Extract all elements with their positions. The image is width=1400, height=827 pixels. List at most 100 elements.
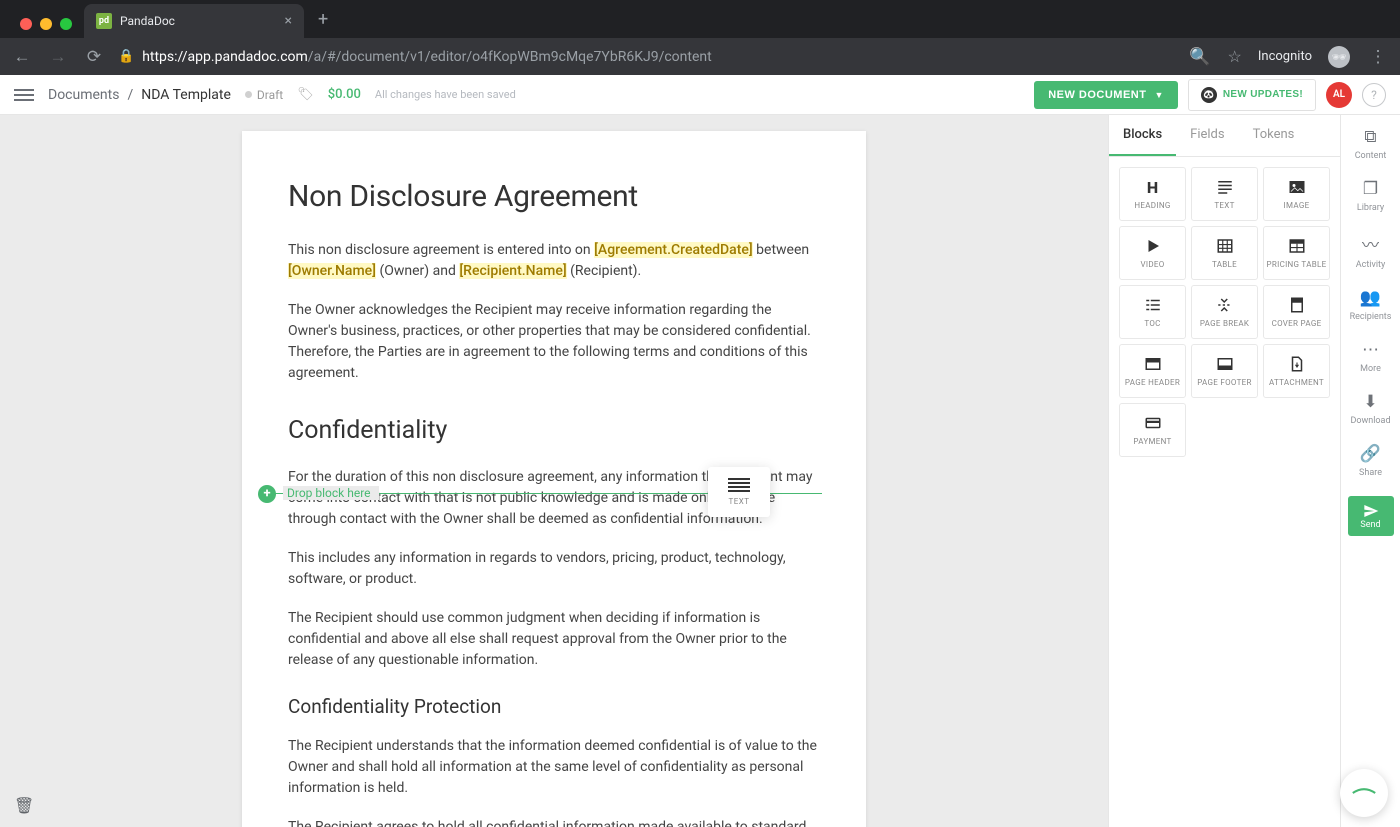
document-title[interactable]: Non Disclosure Agreement: [288, 179, 820, 214]
tab-fields[interactable]: Fields: [1176, 115, 1238, 156]
block-label: COVER PAGE: [1272, 319, 1322, 328]
workspace: Non Disclosure Agreement This non disclo…: [0, 115, 1400, 827]
rail-download[interactable]: ⬇Download: [1350, 392, 1390, 426]
block-pricing[interactable]: PRICING TABLE: [1263, 226, 1330, 280]
intro-paragraph-2[interactable]: The Owner acknowledges the Recipient may…: [288, 300, 820, 384]
window-maximize-icon[interactable]: [60, 18, 72, 30]
rail-content[interactable]: ⧉Content: [1355, 127, 1387, 161]
block-pagefooter[interactable]: PAGE FOOTER: [1191, 344, 1258, 398]
block-table[interactable]: TABLE: [1191, 226, 1258, 280]
search-in-page-icon[interactable]: 🔍: [1188, 47, 1212, 67]
app-frame: Documents / NDA Template Draft 🏷 $0.00 A…: [0, 75, 1400, 827]
share-icon: 🔗: [1360, 444, 1381, 464]
document-page[interactable]: Non Disclosure Agreement This non disclo…: [242, 131, 866, 827]
support-fab[interactable]: [1340, 769, 1388, 817]
url-host: https://app.pandadoc.com: [142, 49, 308, 65]
pageheader-icon: [1144, 355, 1162, 373]
tab-close-icon[interactable]: ×: [285, 13, 292, 29]
user-avatar[interactable]: AL: [1326, 82, 1352, 108]
prot-paragraph-1[interactable]: The Recipient understands that the infor…: [288, 736, 820, 799]
document-name[interactable]: NDA Template: [141, 87, 231, 103]
window-close-icon[interactable]: [20, 18, 32, 30]
rail-more[interactable]: ⋯More: [1360, 340, 1381, 374]
canvas[interactable]: Non Disclosure Agreement This non disclo…: [0, 115, 1108, 827]
updates-label: NEW UPDATES!: [1223, 89, 1303, 100]
block-image[interactable]: IMAGE: [1263, 167, 1330, 221]
new-updates-button[interactable]: 🐼 NEW UPDATES!: [1188, 79, 1316, 111]
block-label: PAGE BREAK: [1200, 319, 1249, 328]
drop-plus-icon: +: [258, 485, 276, 503]
block-label: PAYMENT: [1133, 437, 1171, 446]
status-text: Draft: [257, 88, 283, 102]
url-input[interactable]: 🔒 https://app.pandadoc.com/a/#/document/…: [118, 49, 1176, 65]
new-tab-button[interactable]: +: [304, 9, 342, 38]
favicon-icon: pd: [96, 13, 112, 29]
rail-recipients[interactable]: 👥Recipients: [1350, 288, 1392, 322]
heading-confidentiality[interactable]: Confidentiality: [288, 416, 820, 445]
browser-tab[interactable]: pd PandaDoc ×: [84, 4, 304, 38]
block-grid: HHEADING TEXT IMAGE VIDEOTABLE PRICING TABLE…: [1109, 157, 1340, 467]
new-document-button[interactable]: NEW DOCUMENT ▼: [1034, 81, 1178, 109]
image-icon: [1288, 178, 1306, 196]
browser-back-button[interactable]: ←: [10, 47, 34, 67]
document-price: $0.00: [328, 87, 361, 102]
block-heading[interactable]: HHEADING: [1119, 167, 1186, 221]
rail-share[interactable]: 🔗Share: [1359, 444, 1382, 478]
window-minimize-icon[interactable]: [40, 18, 52, 30]
rail-send-button[interactable]: Send: [1348, 496, 1394, 536]
block-pageheader[interactable]: PAGE HEADER: [1119, 344, 1186, 398]
block-payment[interactable]: PAYMENT: [1119, 403, 1186, 457]
rail-activity[interactable]: 〰Activity: [1356, 231, 1385, 270]
payment-icon: [1144, 414, 1162, 432]
panda-icon: 🐼: [1201, 87, 1217, 103]
new-document-label: NEW DOCUMENT: [1048, 89, 1146, 101]
cover-icon: [1288, 296, 1306, 314]
url-path: /a/#/document/v1/editor/o4fKopWBm9cMqe7Y…: [308, 49, 712, 65]
dragging-block-preview: TEXT: [708, 467, 770, 517]
tag-icon[interactable]: 🏷: [297, 87, 314, 102]
breadcrumb: Documents / NDA Template: [48, 87, 231, 103]
token-recipient-name[interactable]: [Recipient.Name]: [459, 263, 566, 279]
browser-forward-button[interactable]: →: [46, 47, 70, 67]
breadcrumb-separator: /: [127, 87, 133, 103]
bookmark-icon[interactable]: ☆: [1228, 47, 1242, 66]
chrome-right-controls: 🔍 ☆ Incognito 🕶 ⋮: [1188, 46, 1390, 68]
conf-paragraph-3[interactable]: The Recipient should use common judgment…: [288, 608, 820, 671]
drag-preview-label: TEXT: [728, 497, 749, 506]
block-toc[interactable]: TOC: [1119, 285, 1186, 339]
more-icon: ⋯: [1362, 340, 1379, 360]
send-icon: [1363, 503, 1379, 519]
browser-reload-button[interactable]: ⟳: [82, 47, 106, 67]
block-cover[interactable]: COVER PAGE: [1263, 285, 1330, 339]
hamburger-menu-button[interactable]: [14, 89, 34, 101]
block-pagebreak[interactable]: PAGE BREAK: [1191, 285, 1258, 339]
support-icon: [1350, 787, 1378, 799]
block-attachment[interactable]: ATTACHMENT: [1263, 344, 1330, 398]
text-icon: [1216, 178, 1234, 196]
save-status: All changes have been saved: [375, 88, 516, 101]
block-label: PRICING TABLE: [1267, 260, 1327, 269]
conf-paragraph-2[interactable]: This includes any information in regards…: [288, 548, 820, 590]
trash-button[interactable]: 🗑: [14, 796, 34, 815]
rail-library[interactable]: ❐Library: [1357, 179, 1384, 213]
video-icon: [1144, 237, 1162, 255]
heading-protection[interactable]: Confidentiality Protection: [288, 695, 820, 718]
tab-blocks[interactable]: Blocks: [1109, 115, 1176, 156]
breadcrumb-root[interactable]: Documents: [48, 87, 119, 103]
text-lines-icon: [728, 478, 750, 492]
intro-paragraph-1[interactable]: This non disclosure agreement is entered…: [288, 240, 820, 282]
block-label: TEXT: [1214, 201, 1234, 210]
tab-strip: pd PandaDoc × +: [0, 0, 1400, 38]
prot-paragraph-2[interactable]: The Recipient agrees to hold all confide…: [288, 817, 820, 827]
table-icon: [1216, 237, 1234, 255]
status-badge: Draft: [245, 88, 283, 102]
block-video[interactable]: VIDEO: [1119, 226, 1186, 280]
chrome-menu-icon[interactable]: ⋮: [1366, 47, 1390, 67]
block-text[interactable]: TEXT: [1191, 167, 1258, 221]
drop-zone-indicator[interactable]: + Drop block here TEXT: [262, 493, 822, 494]
token-created-date[interactable]: [Agreement.CreatedDate]: [594, 242, 753, 258]
help-button[interactable]: ?: [1362, 83, 1386, 107]
token-owner-name[interactable]: [Owner.Name]: [288, 263, 376, 279]
tab-tokens[interactable]: Tokens: [1239, 115, 1309, 156]
pagebreak-icon: [1216, 296, 1234, 314]
